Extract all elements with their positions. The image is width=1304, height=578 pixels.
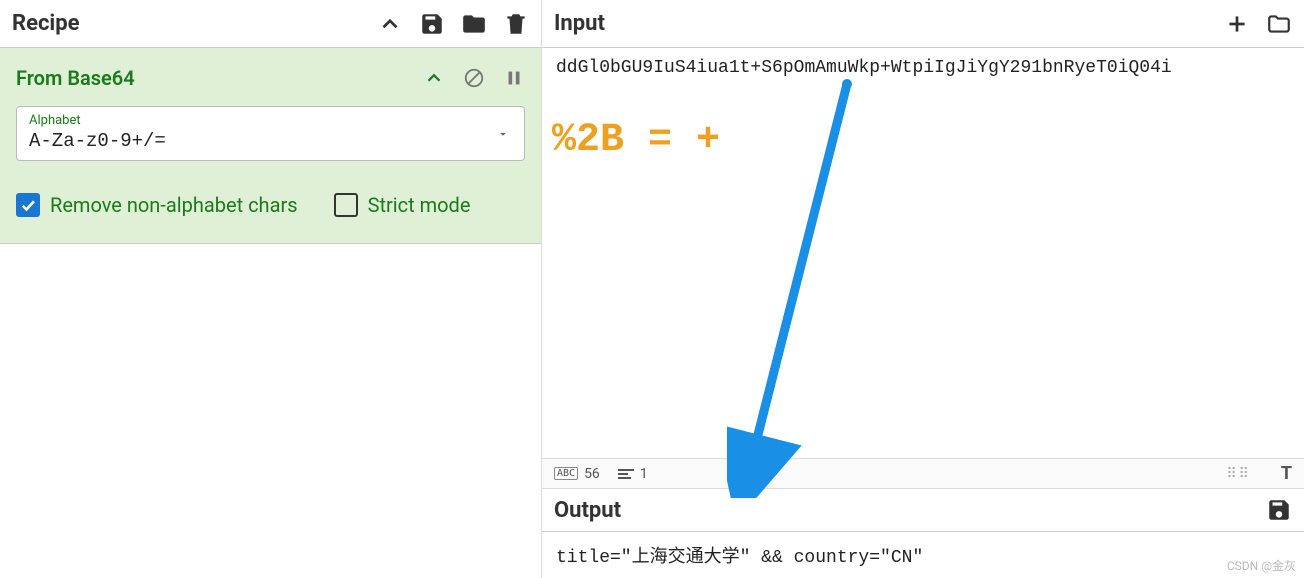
abc-badge: ABC xyxy=(554,467,578,480)
input-title: Input xyxy=(554,11,605,36)
disable-icon[interactable] xyxy=(463,67,485,89)
alphabet-select[interactable]: Alphabet A-Za-z0-9+/= xyxy=(16,106,525,161)
collapse-icon[interactable] xyxy=(377,11,403,37)
operation-name: From Base64 xyxy=(16,66,135,90)
input-header: Input xyxy=(542,0,1304,48)
output-title: Output xyxy=(554,498,621,523)
add-tab-icon[interactable] xyxy=(1224,11,1250,37)
char-count: 56 xyxy=(584,466,600,482)
output-area[interactable]: title="上海交通大学" && country="CN" xyxy=(542,532,1304,578)
save-icon[interactable] xyxy=(419,11,445,37)
recipe-panel: Recipe From Base64 xyxy=(0,0,542,578)
checkbox-checked-icon xyxy=(16,193,40,217)
collapse-op-icon[interactable] xyxy=(423,67,445,89)
input-content: ddGl0bGU9IuS4iua1t+S6pOmAmuWkp+WtpiIgJiY… xyxy=(556,58,1172,78)
remove-nonalpha-label: Remove non-alphabet chars xyxy=(50,193,298,217)
annotation-arrow-icon xyxy=(727,78,867,498)
alphabet-value: A-Za-z0-9+/= xyxy=(29,130,512,152)
output-header: Output xyxy=(542,489,1304,532)
input-area[interactable]: ddGl0bGU9IuS4iua1t+S6pOmAmuWkp+WtpiIgJiY… xyxy=(542,48,1304,458)
strict-mode-checkbox[interactable]: Strict mode xyxy=(334,193,471,217)
alphabet-label: Alphabet xyxy=(29,113,512,128)
lines-icon xyxy=(618,468,634,480)
open-folder-icon[interactable] xyxy=(1266,11,1292,37)
recipe-header: Recipe xyxy=(0,0,541,48)
watermark: CSDN @金灰 xyxy=(1227,557,1296,574)
pause-icon[interactable] xyxy=(503,67,525,89)
drag-handle-icon[interactable]: ⠿⠿ xyxy=(1226,466,1251,482)
operation-block: From Base64 Alphabet A-Za-z0-9+/= xyxy=(0,48,541,244)
line-count: 1 xyxy=(640,466,648,482)
annotation-text: %2B = + xyxy=(552,118,720,163)
output-content: title="上海交通大学" && country="CN" xyxy=(556,548,923,568)
remove-nonalpha-checkbox[interactable]: Remove non-alphabet chars xyxy=(16,193,298,217)
stats-right-letter: T xyxy=(1281,463,1292,484)
io-panel: Input ddGl0bGU9IuS4iua1t+S6pOmAmuWkp+Wtp… xyxy=(542,0,1304,578)
strict-mode-label: Strict mode xyxy=(368,193,471,217)
folder-icon[interactable] xyxy=(461,11,487,37)
recipe-title: Recipe xyxy=(12,11,80,36)
trash-icon[interactable] xyxy=(503,11,529,37)
save-output-icon[interactable] xyxy=(1266,497,1292,523)
stats-bar: ABC 56 1 ⠿⠿ T xyxy=(542,458,1304,489)
dropdown-arrow-icon xyxy=(496,127,510,141)
checkbox-unchecked-icon xyxy=(334,193,358,217)
